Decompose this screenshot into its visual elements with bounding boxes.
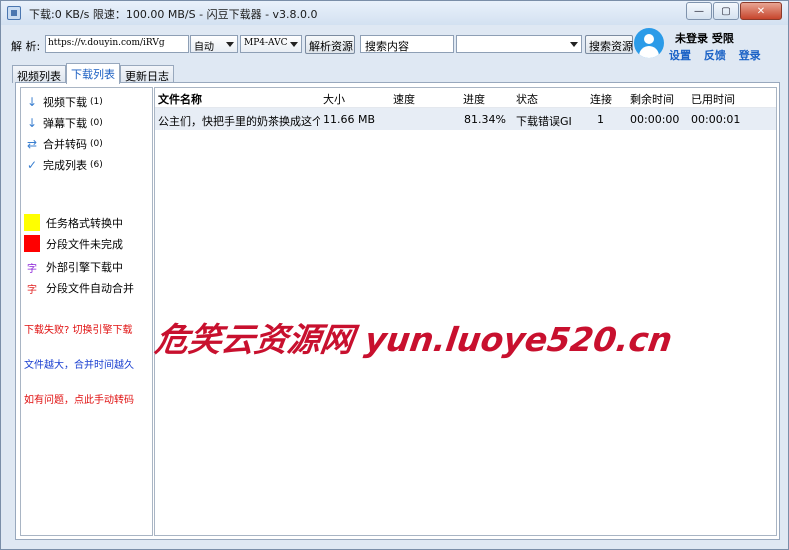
sidebar-item-count: (6)	[90, 160, 103, 170]
legend-segment-incomplete: 分段文件未完成	[24, 235, 123, 252]
title-bar: 下载:0 KB/s 限速：100.00 MB/S - 闪豆下载器 - v3.8.…	[1, 1, 788, 25]
legend-label: 任务格式转换中	[46, 216, 123, 230]
maximize-button[interactable]: ▢	[713, 2, 739, 20]
sidebar-item-danmaku-download[interactable]: ↓ 弹幕下载 (0)	[25, 115, 103, 131]
user-links: 设置 反馈 登录	[669, 47, 770, 63]
close-button[interactable]: ✕	[740, 2, 782, 20]
legend-label: 分段文件未完成	[46, 237, 123, 251]
column-header[interactable]: 大小	[323, 91, 345, 107]
login-link[interactable]: 登录	[739, 49, 761, 62]
window-title: 下载:0 KB/s 限速：100.00 MB/S - 闪豆下载器 - v3.8.…	[29, 8, 318, 21]
column-header[interactable]: 速度	[393, 91, 415, 107]
cell-status: 下载错误GIF	[516, 115, 572, 128]
window-controls: — ▢ ✕	[686, 2, 782, 20]
tab-download-list[interactable]: 下载列表	[66, 63, 120, 84]
legend-label: 外部引擎下载中	[46, 261, 123, 274]
avatar-head	[644, 34, 654, 44]
column-header[interactable]: 连接	[590, 91, 612, 107]
search-source-select[interactable]	[456, 35, 582, 53]
legend-label: 分段文件自动合并	[46, 282, 134, 295]
cell-elapsed-time: 00:00:01	[691, 113, 741, 126]
column-header[interactable]: 文件名称	[158, 91, 202, 107]
tab-changelog[interactable]: 更新日志	[120, 65, 174, 83]
cell-size: 11.66 MB	[323, 113, 376, 126]
app-icon	[7, 6, 21, 20]
cell-file-name: 公主们，快把手里的奶茶换成这个吧	[158, 115, 320, 128]
legend-external-engine: 字 外部引擎下载中	[24, 259, 123, 275]
column-header[interactable]: 状态	[516, 91, 538, 107]
merge-time-note: 文件越大，合并时间越久	[24, 360, 134, 371]
manual-transcode-link[interactable]: 如有问题，点此手动转码	[24, 391, 134, 406]
format-select[interactable]: MP4-AVC	[240, 35, 302, 53]
column-header[interactable]: 剩余时间	[630, 91, 674, 107]
sidebar-item-count: (0)	[90, 139, 103, 149]
cell-connections: 1	[597, 113, 604, 126]
chevron-down-icon	[570, 42, 578, 47]
character-icon: 字	[27, 263, 37, 275]
quality-select[interactable]: 自动	[190, 35, 238, 53]
sidebar-item-label: 视频下载	[43, 96, 87, 109]
login-status: 未登录 受限	[675, 32, 734, 45]
sidebar-item-label: 合并转码	[43, 138, 87, 151]
red-swatch	[24, 235, 40, 252]
download-panel: ↓ 视频下载 (1) ↓ 弹幕下载 (0) ⇄ 合并转码 (0) ✓ 完成列表 …	[15, 82, 780, 540]
settings-link[interactable]: 设置	[669, 49, 691, 62]
column-header[interactable]: 进度	[463, 91, 485, 107]
search-button[interactable]: 搜索资源	[585, 35, 633, 54]
switch-engine-link[interactable]: 下载失败? 切换引擎下载	[24, 321, 133, 336]
arrow-down-icon: ↓	[26, 95, 38, 109]
column-header[interactable]: 已用时间	[691, 91, 735, 107]
sidebar-item-completed[interactable]: ✓ 完成列表 (6)	[25, 157, 103, 173]
sidebar-item-video-download[interactable]: ↓ 视频下载 (1)	[25, 94, 103, 110]
cell-remaining-time: 00:00:00	[630, 113, 680, 126]
table-header: 文件名称 大小 速度 进度 状态 连接 剩余时间 已用时间	[155, 88, 776, 108]
watermark: 危笑云资源网 yun.luoye520.cn	[152, 320, 675, 359]
checkmark-icon: ✓	[26, 158, 38, 172]
tab-video-list[interactable]: 视频列表	[12, 65, 66, 83]
table-row[interactable]: 公主们，快把手里的奶茶换成这个吧 11.66 MB 81.34% 下载错误GIF…	[155, 108, 776, 130]
format-select-value: MP4-AVC	[244, 38, 288, 48]
character-icon: 字	[27, 284, 37, 296]
url-input[interactable]: https://v.douyin.com/iRVg	[45, 35, 189, 53]
app-window: 下载:0 KB/s 限速：100.00 MB/S - 闪豆下载器 - v3.8.…	[0, 0, 789, 550]
legend-converting: 任务格式转换中	[24, 214, 123, 231]
avatar[interactable]	[634, 28, 664, 58]
download-table: 文件名称 大小 速度 进度 状态 连接 剩余时间 已用时间 公主们，快把手里的奶…	[154, 87, 777, 536]
sidebar-item-count: (1)	[90, 97, 103, 107]
feedback-link[interactable]: 反馈	[704, 49, 726, 62]
swap-arrows-icon: ⇄	[26, 137, 38, 151]
arrow-down-icon: ↓	[26, 116, 38, 130]
search-input[interactable]: 搜索内容	[360, 35, 454, 53]
parse-label: 解 析:	[11, 40, 41, 53]
quality-select-value: 自动	[194, 42, 214, 53]
sidebar: ↓ 视频下载 (1) ↓ 弹幕下载 (0) ⇄ 合并转码 (0) ✓ 完成列表 …	[20, 87, 153, 536]
sidebar-item-merge-transcode[interactable]: ⇄ 合并转码 (0)	[25, 136, 103, 152]
chevron-down-icon	[226, 42, 234, 47]
tab-bar: 视频列表 下载列表 更新日志	[12, 63, 174, 84]
cell-progress: 81.34%	[464, 113, 506, 126]
chevron-down-icon	[290, 42, 298, 47]
sidebar-item-label: 完成列表	[43, 159, 87, 172]
parse-button[interactable]: 解析资源	[305, 35, 355, 54]
minimize-button[interactable]: —	[686, 2, 712, 20]
yellow-swatch	[24, 214, 40, 231]
legend-auto-merge: 字 分段文件自动合并	[24, 280, 134, 296]
avatar-body	[639, 46, 659, 58]
sidebar-item-count: (0)	[90, 118, 103, 128]
sidebar-item-label: 弹幕下载	[43, 117, 87, 130]
